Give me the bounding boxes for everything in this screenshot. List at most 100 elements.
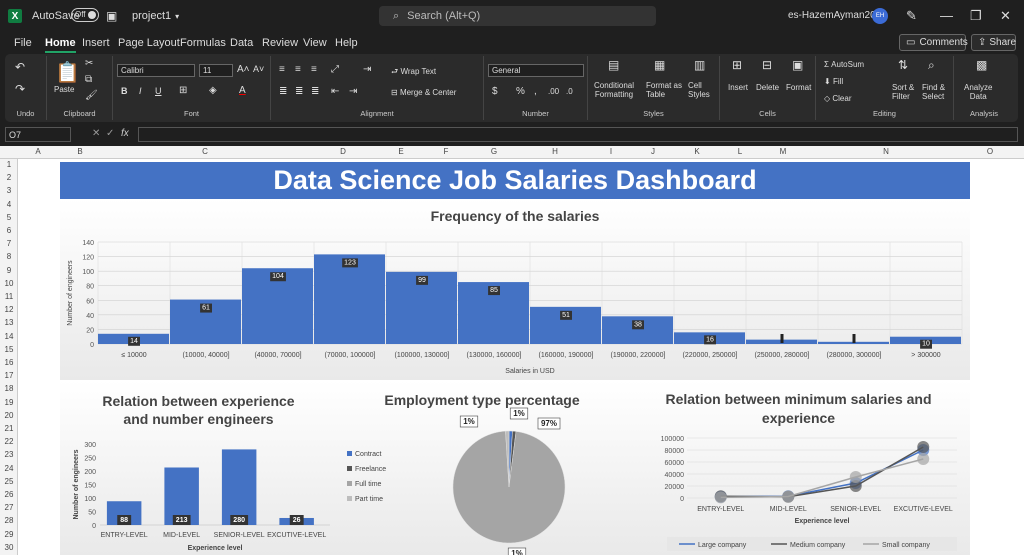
row-header-12[interactable]: 12	[0, 305, 18, 314]
share-button[interactable]: ⇪ Share	[971, 34, 1016, 51]
employment-type-chart[interactable]: Employment type percentage 1% 1% 97% 1% Cont…	[337, 380, 627, 555]
column-header-e[interactable]: E	[378, 147, 424, 156]
cancel-icon[interactable]: ✕	[92, 128, 100, 139]
column-header-c[interactable]: C	[150, 147, 260, 156]
row-header-27[interactable]: 27	[0, 503, 18, 512]
autosum-button[interactable]: Σ AutoSum	[824, 60, 864, 69]
format-cells-button[interactable]: Format	[786, 83, 811, 92]
row-header-5[interactable]: 5	[0, 213, 18, 222]
salary-experience-chart[interactable]: Relation between minimum salaries and exp…	[627, 380, 970, 555]
fill-button[interactable]: ⬇ Fill	[824, 77, 843, 86]
decrease-indent-icon[interactable]: ⇤	[331, 86, 339, 97]
row-header-1[interactable]: 1	[0, 160, 18, 169]
row-header-8[interactable]: 8	[0, 252, 18, 261]
row-header-24[interactable]: 24	[0, 464, 18, 473]
align-left-icon[interactable]: ≣	[279, 86, 287, 97]
tab-insert[interactable]: Insert	[82, 37, 110, 49]
worksheet[interactable]: ABCDEFGHIJKLMNO 1 2 3 4 5 6 7 8 9 10 11 12 13 14 15 16 1…	[0, 146, 1024, 555]
align-right-icon[interactable]: ≣	[311, 86, 319, 97]
row-header-10[interactable]: 10	[0, 279, 18, 288]
autosave-toggle[interactable]: Off	[66, 8, 99, 22]
row-header-29[interactable]: 29	[0, 530, 18, 539]
redo-icon[interactable]: ↷	[15, 82, 25, 96]
column-header-n[interactable]: N	[806, 147, 966, 156]
find-select-button[interactable]: Find & Select	[922, 83, 945, 101]
sort-filter-button[interactable]: Sort & Filter	[892, 83, 914, 101]
undo-icon[interactable]: ↶	[15, 60, 25, 74]
insert-cells-button[interactable]: Insert	[728, 83, 748, 92]
row-header-23[interactable]: 23	[0, 450, 18, 459]
paste-button[interactable]: Paste	[54, 85, 74, 94]
fill-color-icon[interactable]: ◈	[209, 85, 217, 96]
clear-button[interactable]: ◇ Clear	[824, 94, 852, 103]
format-painter-icon[interactable]: 🖌	[85, 90, 98, 101]
cut-icon[interactable]: ✂	[85, 58, 93, 69]
row-header-11[interactable]: 11	[0, 292, 18, 301]
accounting-icon[interactable]: $	[492, 86, 498, 97]
tab-formulas[interactable]: Formulas	[180, 37, 226, 49]
tab-file[interactable]: File	[14, 37, 32, 49]
cell-styles-button[interactable]: Cell Styles	[688, 81, 710, 99]
font-color-icon[interactable]: A	[239, 85, 246, 96]
experience-count-chart[interactable]: Relation between experience and number en…	[60, 380, 337, 555]
document-name[interactable]: project1 ▾	[132, 10, 179, 22]
row-header-7[interactable]: 7	[0, 239, 18, 248]
row-header-15[interactable]: 15	[0, 345, 18, 354]
increase-font-icon[interactable]: A˄	[237, 64, 250, 75]
row-header-3[interactable]: 3	[0, 186, 18, 195]
row-header-19[interactable]: 19	[0, 398, 18, 407]
tab-data[interactable]: Data	[230, 37, 253, 49]
merge-center-button[interactable]: ⊟ Merge & Center	[391, 88, 456, 97]
number-format-select[interactable]: General	[488, 64, 584, 77]
align-bottom-icon[interactable]: ≡	[311, 64, 317, 75]
avatar[interactable]: EH	[872, 8, 888, 24]
row-header-17[interactable]: 17	[0, 371, 18, 380]
align-center-icon[interactable]: ≣	[295, 86, 303, 97]
tab-view[interactable]: View	[303, 37, 327, 49]
salary-frequency-chart[interactable]: Frequency of the salaries 0 20 40 60 80 100 12…	[60, 199, 970, 380]
decrease-font-icon[interactable]: A˅	[253, 64, 264, 74]
column-header-a[interactable]: A	[18, 147, 58, 156]
percent-icon[interactable]: %	[516, 86, 525, 97]
row-header-4[interactable]: 4	[0, 200, 18, 209]
wrap-text-button[interactable]: ⮐ Wrap Text	[391, 66, 436, 80]
row-header-30[interactable]: 30	[0, 543, 18, 552]
row-header-18[interactable]: 18	[0, 384, 18, 393]
underline-icon[interactable]: U	[155, 86, 162, 96]
row-header-14[interactable]: 14	[0, 332, 18, 341]
tab-help[interactable]: Help	[335, 37, 358, 49]
formula-input[interactable]	[138, 127, 1018, 142]
comma-icon[interactable]: ,	[534, 86, 537, 97]
decrease-decimal-icon[interactable]: .0	[566, 87, 573, 96]
comments-button[interactable]: ▭ Comments	[899, 34, 968, 51]
row-header-26[interactable]: 26	[0, 490, 18, 499]
enter-icon[interactable]: ✓	[106, 128, 114, 139]
close-icon[interactable]: ✕	[1000, 8, 1011, 24]
search-box[interactable]: ⌕ Search (Alt+Q)	[379, 6, 656, 26]
row-header-6[interactable]: 6	[0, 226, 18, 235]
column-header-k[interactable]: K	[674, 147, 720, 156]
restore-icon[interactable]: ❐	[970, 8, 982, 24]
column-header-h[interactable]: H	[520, 147, 590, 156]
row-header-21[interactable]: 21	[0, 424, 18, 433]
row-header-2[interactable]: 2	[0, 173, 18, 182]
font-size-select[interactable]: 11	[199, 64, 233, 77]
column-header-l[interactable]: L	[720, 147, 760, 156]
column-header-i[interactable]: I	[590, 147, 632, 156]
pen-icon[interactable]: ✎	[906, 8, 917, 24]
format-as-table-button[interactable]: Format as Table	[646, 81, 682, 99]
row-header-22[interactable]: 22	[0, 437, 18, 446]
row-header-9[interactable]: 9	[0, 266, 18, 275]
row-header-16[interactable]: 16	[0, 358, 18, 367]
save-icon[interactable]: ▣	[106, 9, 117, 23]
align-top-icon[interactable]: ≡	[279, 64, 285, 75]
increase-decimal-icon[interactable]: .00	[548, 87, 559, 96]
column-header-m[interactable]: M	[760, 147, 806, 156]
row-header-25[interactable]: 25	[0, 477, 18, 486]
minimize-icon[interactable]: —	[940, 8, 953, 23]
column-header-o[interactable]: O	[966, 147, 1014, 156]
column-header-f[interactable]: F	[424, 147, 468, 156]
row-header-20[interactable]: 20	[0, 411, 18, 420]
analyze-data-button[interactable]: Analyze Data	[964, 83, 992, 101]
column-header-g[interactable]: G	[468, 147, 520, 156]
